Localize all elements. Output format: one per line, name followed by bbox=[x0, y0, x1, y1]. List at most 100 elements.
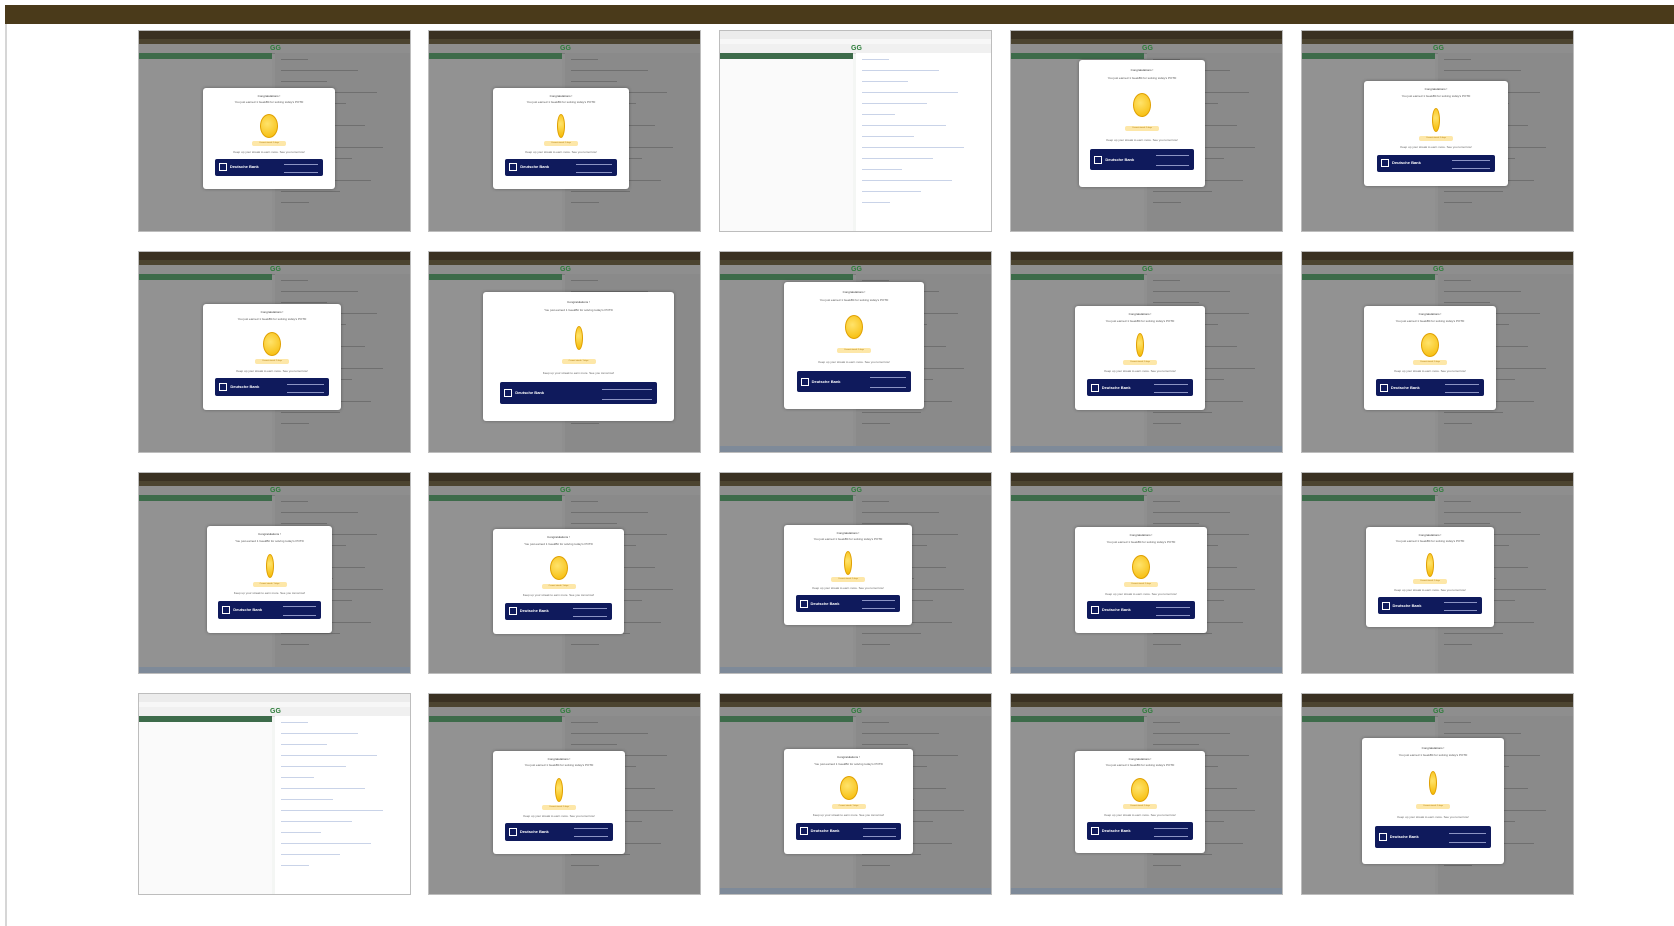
code-line bbox=[280, 744, 327, 745]
sponsor-banner[interactable]: Deutsche Bank bbox=[1090, 148, 1194, 171]
screenshot-thumbnail[interactable]: GG Congratulations ! You just earned 1 Gee… bbox=[1301, 693, 1574, 895]
deutsche-bank-logo-icon bbox=[1378, 832, 1387, 841]
screenshot-thumbnail[interactable]: GG Congratulations ! You just earned 1 Gee… bbox=[428, 30, 701, 232]
problem-panel-header bbox=[1011, 495, 1144, 501]
code-line bbox=[861, 147, 965, 148]
screenshot-thumbnail[interactable]: GG Congratulations ! You just earned 1 Gee… bbox=[428, 251, 701, 453]
screenshot-thumbnail[interactable]: GG Congratulations ! You just earned 1 Gee… bbox=[1301, 30, 1574, 232]
browser-tab-strip bbox=[720, 694, 991, 702]
browser-tab-strip bbox=[1302, 252, 1573, 260]
sponsor-banner[interactable]: Deutsche Bank bbox=[1086, 601, 1196, 620]
screenshot-thumbnail[interactable]: GG Congratulations ! You just earned 1 Gee… bbox=[428, 472, 701, 674]
screenshot-thumbnail[interactable]: GG Congratulations ! You just earned 1 Gee… bbox=[1010, 251, 1283, 453]
sponsor-banner[interactable]: Deutsche Bank bbox=[214, 158, 324, 176]
screenshot-thumbnail[interactable]: GG Congratulations ! You just earned 1 Gee… bbox=[719, 251, 992, 453]
geekbit-coin-icon bbox=[844, 551, 852, 575]
sponsor-name: Deutsche Bank bbox=[1389, 833, 1419, 839]
screenshot-thumbnail[interactable]: GG bbox=[719, 30, 992, 232]
code-line bbox=[1152, 512, 1230, 513]
geekbit-coin-icon bbox=[549, 556, 568, 581]
potd-reward-modal: Congratulations ! You just earned 1 GeekB… bbox=[203, 88, 335, 189]
problem-panel-header bbox=[429, 495, 562, 501]
code-line bbox=[861, 191, 922, 192]
streak-badge: Current streak: 1 days bbox=[1419, 135, 1453, 141]
sponsor-banner[interactable]: Deutsche Bank bbox=[1086, 378, 1194, 397]
sponsor-banner[interactable]: Deutsche Bank bbox=[215, 378, 329, 397]
browser-tab-strip bbox=[1011, 31, 1282, 39]
sponsor-banner[interactable]: Deutsche Bank bbox=[504, 823, 614, 841]
sponsor-banner[interactable]: Deutsche Bank bbox=[1377, 597, 1483, 614]
screenshot-thumbnail[interactable]: GG Congratulations ! You just earned 1 Gee… bbox=[1010, 472, 1283, 674]
problem-panel-header bbox=[720, 495, 853, 501]
streak-badge: Current streak: 1 days bbox=[1416, 803, 1450, 809]
sponsor-banner[interactable]: Deutsche Bank bbox=[1376, 154, 1496, 173]
code-line bbox=[570, 744, 617, 745]
modal-title: Congratulations ! bbox=[1129, 533, 1153, 538]
modal-subtitle: You just earned 1 GeekBit for solving to… bbox=[524, 763, 594, 768]
problem-panel-header bbox=[1302, 716, 1435, 722]
modal-footer-text: Keep up your streak to earn more. See yo… bbox=[1400, 145, 1472, 150]
screenshot-thumbnail[interactable]: GG Congratulations ! You just earned 1 Gee… bbox=[138, 472, 411, 674]
site-logo: GG bbox=[270, 708, 281, 715]
potd-reward-modal: Congratulations ! You just earned 1 GeekB… bbox=[493, 529, 624, 634]
potd-reward-modal: Congratulations ! You just earned 1 GeekB… bbox=[203, 304, 341, 410]
screenshot-thumbnail[interactable]: GG Congratulations ! You just earned 1 Gee… bbox=[1010, 693, 1283, 895]
sponsor-banner[interactable]: Deutsche Bank bbox=[504, 602, 613, 621]
site-logo: GG bbox=[1142, 45, 1153, 52]
deutsche-bank-logo-icon bbox=[222, 605, 231, 614]
code-line bbox=[1152, 291, 1230, 292]
geekbit-coin-icon bbox=[1132, 554, 1150, 579]
streak-badge: Current streak: 1 days bbox=[1413, 579, 1447, 584]
screenshot-thumbnail[interactable]: GG Congratulations ! You just earned 1 Gee… bbox=[1301, 472, 1574, 674]
problem-panel-header bbox=[139, 53, 272, 59]
screenshot-thumbnail[interactable]: GG Congratulations ! You just earned 1 Gee… bbox=[428, 693, 701, 895]
screenshot-thumbnail[interactable]: GG Congratulations ! You just earned 1 Gee… bbox=[719, 693, 992, 895]
code-line bbox=[280, 755, 377, 756]
problem-panel-header bbox=[1011, 274, 1144, 280]
code-line bbox=[1152, 501, 1180, 502]
geekbit-coin-icon bbox=[845, 315, 863, 340]
code-line bbox=[1443, 291, 1521, 292]
sponsor-banner[interactable]: Deutsche Bank bbox=[795, 595, 901, 612]
modal-subtitle: You just earned 1 GeekBit for solving to… bbox=[235, 538, 304, 543]
screenshot-thumbnail[interactable]: GG Congratulations ! You just earned 1 Gee… bbox=[138, 251, 411, 453]
deutsche-bank-logo-icon bbox=[504, 389, 513, 398]
geekbit-coin-icon bbox=[555, 777, 563, 802]
sponsor-tagline-lines bbox=[282, 606, 316, 616]
code-line bbox=[570, 280, 598, 281]
code-line bbox=[861, 865, 890, 866]
code-line bbox=[280, 843, 372, 844]
sponsor-banner[interactable]: Deutsche Bank bbox=[218, 600, 321, 620]
screenshot-thumbnail[interactable]: GG Congratulations ! You just earned 1 Gee… bbox=[719, 472, 992, 674]
deutsche-bank-logo-icon bbox=[219, 383, 228, 392]
code-line bbox=[280, 633, 341, 634]
screenshot-thumbnail[interactable]: GG bbox=[138, 693, 411, 895]
modal-subtitle: You just earned 1 GeekBit for solving to… bbox=[1105, 763, 1175, 768]
potd-reward-modal: Congratulations ! You just earned 1 GeekB… bbox=[1079, 60, 1205, 187]
sponsor-banner[interactable]: Deutsche Bank bbox=[500, 382, 657, 405]
screenshot-thumbnail[interactable]: GG Congratulations ! You just earned 1 Gee… bbox=[1301, 251, 1574, 453]
modal-footer-text: Keep up your streak to earn more. See yo… bbox=[1397, 815, 1469, 820]
modal-footer-text: Keep up your streak to earn more. See yo… bbox=[523, 813, 595, 818]
sponsor-banner[interactable]: Deutsche Bank bbox=[1375, 378, 1485, 397]
screenshot-thumbnail[interactable]: GG Congratulations ! You just earned 1 Gee… bbox=[138, 30, 411, 232]
screenshot-thumbnail[interactable]: GG Congratulations ! You just earned 1 Gee… bbox=[1010, 30, 1283, 232]
sponsor-name: Deutsche Bank bbox=[811, 378, 841, 384]
deutsche-bank-logo-icon bbox=[799, 599, 808, 608]
site-logo: GG bbox=[851, 266, 862, 273]
sponsor-banner[interactable]: Deutsche Bank bbox=[505, 158, 617, 176]
sponsor-banner[interactable]: Deutsche Bank bbox=[795, 822, 902, 841]
streak-badge: Current streak: 1 days bbox=[1413, 360, 1447, 366]
sponsor-tagline-lines bbox=[1444, 384, 1480, 394]
sponsor-banner[interactable]: Deutsche Bank bbox=[1086, 822, 1194, 840]
problem-panel-header bbox=[429, 716, 562, 722]
geekbit-coin-icon bbox=[839, 776, 858, 801]
sponsor-banner[interactable]: Deutsche Bank bbox=[1374, 826, 1492, 848]
problem-panel-header bbox=[1302, 495, 1435, 501]
sponsor-banner[interactable]: Deutsche Bank bbox=[796, 370, 912, 393]
modal-footer-text: Keep up your streak to earn more. See yo… bbox=[525, 149, 597, 154]
geekbit-coin-icon bbox=[1131, 777, 1149, 802]
sponsor-tagline-lines bbox=[862, 827, 897, 837]
code-line bbox=[280, 81, 327, 82]
code-line bbox=[1443, 423, 1472, 424]
